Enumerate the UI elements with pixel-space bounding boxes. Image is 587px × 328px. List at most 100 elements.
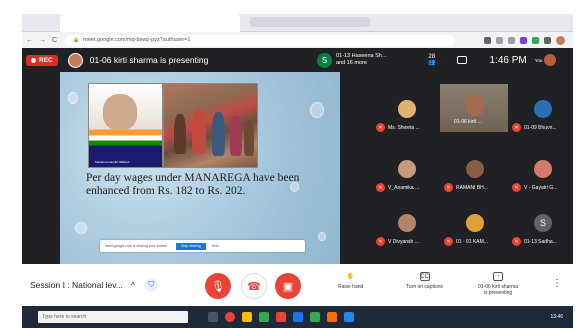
mic-toggle-button[interactable]: 🎙 bbox=[205, 273, 231, 299]
hand-icon: ✋ bbox=[346, 273, 355, 280]
participant-face bbox=[466, 94, 484, 116]
extension-icon[interactable] bbox=[496, 36, 503, 44]
browser-tab[interactable] bbox=[250, 17, 370, 27]
people-button[interactable]: 28 👥 bbox=[428, 54, 435, 66]
self-avatar[interactable] bbox=[544, 54, 557, 66]
taskview-icon[interactable] bbox=[208, 312, 218, 322]
participant-avatar: S bbox=[534, 214, 552, 232]
profile-avatar[interactable] bbox=[556, 35, 565, 45]
hide-button[interactable]: Hide bbox=[212, 244, 219, 248]
extensions bbox=[484, 35, 565, 45]
browser-tab-strip bbox=[22, 14, 573, 32]
meeting-time: 1:46 PM bbox=[489, 54, 527, 66]
water-drop-decoration bbox=[310, 102, 324, 118]
stop-sharing-button[interactable]: Stop sharing bbox=[176, 242, 206, 250]
extension-icon[interactable] bbox=[520, 36, 527, 44]
mic-muted-icon: ✕ bbox=[444, 237, 453, 246]
participant-avatar bbox=[534, 160, 552, 178]
water-drop-decoration bbox=[318, 232, 326, 241]
windows-taskbar: Type here to search 13:46 bbox=[22, 306, 573, 328]
back-icon[interactable]: ← bbox=[26, 37, 33, 44]
puzzle-icon[interactable] bbox=[544, 36, 551, 44]
browser-nav: ← → C bbox=[26, 37, 57, 44]
gandhi-portrait bbox=[103, 94, 137, 130]
taskbar-clock[interactable]: 13:46 bbox=[550, 314, 563, 320]
presenting-button[interactable]: ↑ 01-06 kirti sharma is presenting bbox=[478, 272, 518, 296]
screen-share-notice: meet.google.com is sharing your screen. … bbox=[100, 240, 305, 252]
slide-body-text: Per day wages under MANAREGA have been e… bbox=[86, 172, 300, 197]
extension-icon[interactable] bbox=[484, 36, 491, 44]
captions-label: Turn on captions bbox=[406, 284, 444, 290]
screen: ← → C 🔒 meet.google.com/mq-bswp-pyz?auth… bbox=[0, 0, 587, 328]
forward-icon[interactable]: → bbox=[39, 37, 46, 44]
participant-name: RAMANI BH... bbox=[456, 185, 488, 191]
participant-summary-line1: 01-13 Haseena Sh... bbox=[336, 53, 387, 59]
meeting-controls-bar: Session I : National lev... ^ ⛉ 🎙 ☎ ▣ ✋ … bbox=[22, 264, 573, 306]
taskbar-search-input[interactable]: Type here to search bbox=[38, 311, 188, 323]
participant-name: V - Gayatri G... bbox=[524, 185, 558, 191]
participant-tile[interactable]: ✕ V_Anamika ... bbox=[374, 152, 440, 200]
app-icon[interactable] bbox=[276, 312, 286, 322]
participant-avatar bbox=[466, 160, 484, 178]
chrome-icon[interactable] bbox=[225, 312, 235, 322]
participant-summary[interactable]: 01-13 Haseena Sh... and 16 more bbox=[336, 53, 406, 67]
participant-name: 01-06 kirti ... bbox=[454, 119, 482, 125]
worker-figure bbox=[174, 114, 186, 154]
mic-muted-icon: ✕ bbox=[512, 183, 521, 192]
participant-name: V_Anamika ... bbox=[388, 185, 420, 191]
participant-avatar bbox=[398, 160, 416, 178]
participant-grid: ✕ Ms. Shweta ... 01-06 kirti ... ✕ 01-09… bbox=[374, 72, 573, 264]
participant-avatar: S bbox=[317, 52, 332, 68]
app-icon[interactable] bbox=[344, 312, 354, 322]
more-options-icon[interactable]: ⋮ bbox=[552, 278, 562, 289]
participant-tile[interactable]: ✕ V - Gayatri G... bbox=[510, 152, 576, 200]
reload-icon[interactable]: C bbox=[52, 37, 57, 44]
address-bar: ← → C 🔒 meet.google.com/mq-bswp-pyz?auth… bbox=[22, 32, 573, 48]
taskbar-apps bbox=[208, 312, 354, 322]
worker-figure bbox=[230, 116, 242, 156]
water-drop-decoration bbox=[75, 222, 87, 234]
participant-name: V Divyansh ... bbox=[388, 239, 419, 245]
worker-figure bbox=[212, 112, 225, 156]
app-icon[interactable] bbox=[293, 312, 303, 322]
logo-caption: Mahatma Gandhi NREGA bbox=[95, 160, 130, 164]
chevron-up-icon[interactable]: ^ bbox=[131, 280, 135, 290]
presentation-slide: Mahatma Gandhi NREGA Per day wages under… bbox=[60, 72, 340, 264]
nrega-logo-image: Mahatma Gandhi NREGA bbox=[88, 83, 163, 168]
you-label: You bbox=[534, 57, 543, 63]
worker-figure bbox=[244, 120, 254, 156]
meeting-details[interactable]: Session I : National lev... ^ bbox=[30, 280, 135, 290]
app-icon[interactable] bbox=[259, 312, 269, 322]
app-icon[interactable] bbox=[327, 312, 337, 322]
people-icon: 👥 bbox=[428, 60, 436, 66]
meet-top-bar: REC 01-06 kirti sharma is presenting S 0… bbox=[22, 48, 573, 72]
participant-tile[interactable]: ✕ RAMANI BH... bbox=[442, 152, 508, 200]
water-drop-decoration bbox=[68, 92, 78, 104]
mic-muted-icon: ✕ bbox=[512, 123, 521, 132]
url-field[interactable]: 🔒 meet.google.com/mq-bswp-pyz?authuser=1 bbox=[65, 34, 456, 46]
participant-tile[interactable]: S ✕ 01-13 Sadha... bbox=[510, 206, 576, 254]
presenter-avatar bbox=[67, 52, 83, 68]
participant-name: Ms. Shweta ... bbox=[388, 125, 420, 131]
browser-tab-active[interactable] bbox=[60, 14, 240, 32]
raise-hand-button[interactable]: ✋ Raise hand bbox=[338, 272, 363, 291]
participant-name: 01 - 01 KAM... bbox=[456, 239, 488, 245]
chat-icon[interactable] bbox=[457, 56, 468, 64]
participant-avatar bbox=[398, 214, 416, 232]
extension-icon[interactable] bbox=[532, 36, 539, 44]
leave-call-button[interactable]: ☎ bbox=[241, 273, 267, 299]
captions-button[interactable]: CC Turn on captions bbox=[406, 272, 443, 290]
participant-tile[interactable]: ✕ 01 - 01 KAM... bbox=[442, 206, 508, 254]
shield-icon[interactable]: ⛉ bbox=[144, 278, 158, 292]
recording-badge: REC bbox=[26, 54, 58, 66]
app-icon[interactable] bbox=[310, 312, 320, 322]
participant-tile[interactable]: ✕ V Divyansh ... bbox=[374, 206, 440, 254]
present-icon: ↑ bbox=[493, 272, 503, 281]
app-icon[interactable] bbox=[242, 312, 252, 322]
session-title: Session I : National lev... bbox=[30, 280, 123, 290]
participant-tile[interactable]: ✕ Ms. Shweta ... bbox=[374, 92, 440, 140]
participant-tile[interactable]: ✕ 01-09 Bhuvn... bbox=[510, 92, 576, 140]
star-icon[interactable] bbox=[508, 36, 515, 44]
participant-video-tile[interactable]: 01-06 kirti ... bbox=[440, 84, 508, 132]
camera-toggle-button[interactable]: ▣ bbox=[275, 273, 301, 299]
